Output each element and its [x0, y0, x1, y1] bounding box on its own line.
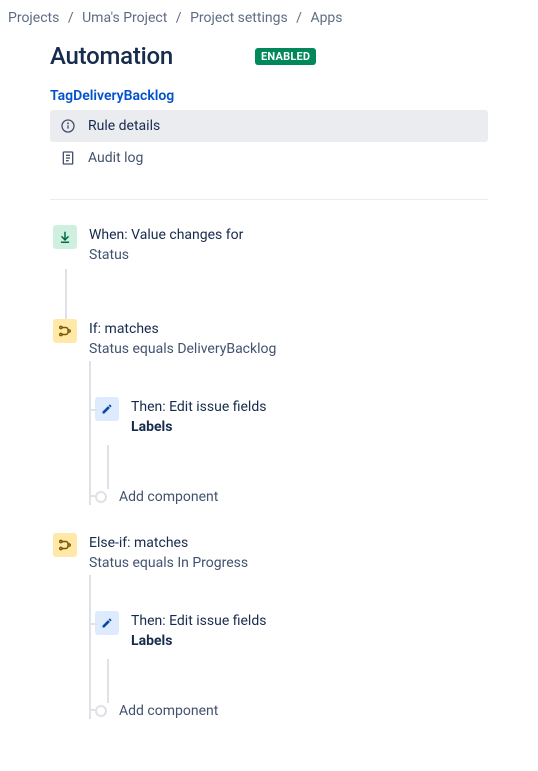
trigger-sub: Status	[89, 247, 243, 263]
condition-title: If: matches	[89, 321, 276, 337]
action-title: Then: Edit issue fields	[131, 613, 266, 629]
add-component-button[interactable]: Add component	[95, 489, 488, 505]
add-circle-icon	[95, 491, 107, 503]
condition-elseif-node[interactable]: Else-if: matches Status equals In Progre…	[53, 533, 488, 571]
divider	[50, 199, 488, 200]
rule-name-link[interactable]: TagDeliveryBacklog	[50, 88, 488, 104]
log-icon	[60, 150, 76, 166]
page-title: Automation	[50, 42, 173, 70]
branch-icon	[53, 533, 77, 557]
add-circle-icon	[95, 705, 107, 717]
trigger-title: When: Value changes for	[89, 227, 243, 243]
breadcrumb-project-settings[interactable]: Project settings	[190, 10, 288, 26]
add-component-label: Add component	[119, 489, 218, 505]
trigger-icon	[53, 225, 77, 249]
action-sub: Labels	[131, 419, 266, 435]
action-edit-fields-node[interactable]: Then: Edit issue fields Labels	[95, 397, 488, 435]
tab-label: Audit log	[88, 150, 143, 166]
condition-title: Else-if: matches	[89, 535, 248, 551]
connector	[107, 445, 109, 489]
trigger-node[interactable]: When: Value changes for Status	[53, 225, 488, 263]
connector	[65, 269, 67, 319]
connector	[107, 659, 109, 703]
breadcrumb-projects[interactable]: Projects	[8, 10, 59, 26]
condition-sub: Status equals DeliveryBacklog	[89, 341, 276, 357]
action-title: Then: Edit issue fields	[131, 399, 266, 415]
info-icon	[60, 118, 76, 134]
rule-section-tabs: Rule details Audit log	[50, 110, 488, 174]
add-component-button[interactable]: Add component	[95, 703, 488, 719]
add-component-label: Add component	[119, 703, 218, 719]
breadcrumb: Projects / Uma's Project / Project setti…	[0, 0, 538, 36]
breadcrumb-apps[interactable]: Apps	[310, 10, 342, 26]
rule-flow: When: Value changes for Status If: match…	[53, 225, 488, 719]
condition-sub: Status equals In Progress	[89, 555, 248, 571]
branch-icon	[53, 319, 77, 343]
tab-label: Rule details	[88, 118, 160, 134]
status-badge-enabled: ENABLED	[255, 48, 316, 65]
tab-audit-log[interactable]: Audit log	[50, 142, 488, 174]
action-sub: Labels	[131, 633, 266, 649]
edit-icon	[95, 611, 119, 635]
breadcrumb-umas-project[interactable]: Uma's Project	[82, 10, 167, 26]
condition-if-node[interactable]: If: matches Status equals DeliveryBacklo…	[53, 319, 488, 357]
tab-rule-details[interactable]: Rule details	[50, 110, 488, 142]
edit-icon	[95, 397, 119, 421]
action-edit-fields-node[interactable]: Then: Edit issue fields Labels	[95, 611, 488, 649]
